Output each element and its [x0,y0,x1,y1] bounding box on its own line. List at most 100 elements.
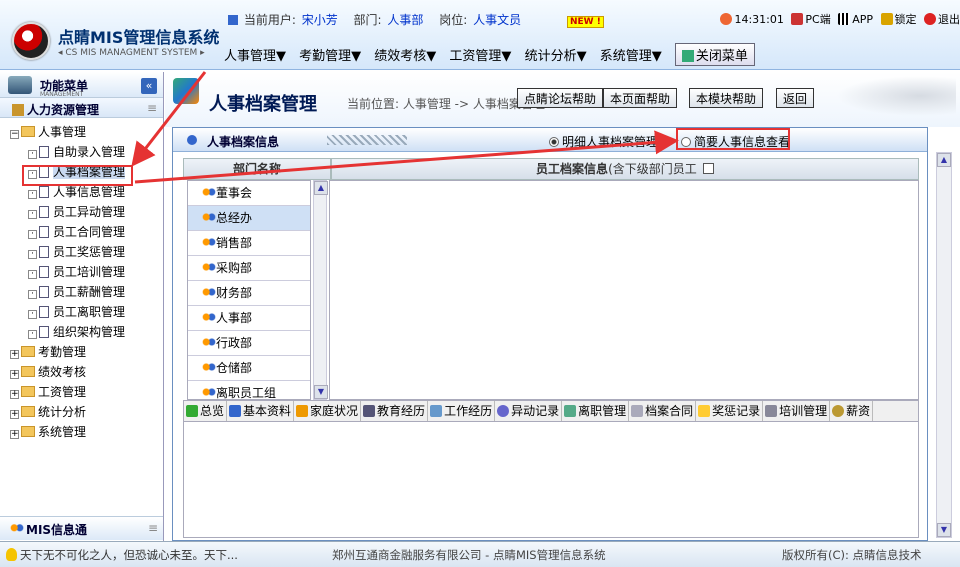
leaf-icon: · [28,250,37,259]
dept-item[interactable]: 销售部 [188,231,310,256]
sidebar-item-resignation[interactable]: · 员工离职管理 [0,302,163,322]
expand-icon[interactable]: + [10,370,19,379]
people-icon [202,338,216,348]
sidebar-item-contract[interactable]: · 员工合同管理 [0,222,163,242]
sidebar-item-self-entry[interactable]: · 自助录入管理 [0,142,163,162]
dept-item[interactable]: 采购部 [188,256,310,281]
main-scrollbar[interactable]: ▲ ▼ [936,152,952,538]
scroll-down-icon[interactable]: ▼ [314,385,328,399]
tab-overview[interactable]: 总览 [184,401,228,421]
status-bar: 天下无不可化之人，但恐诚心未至。天下... 郑州互通商金融服务有限公司 - 点睛… [0,541,960,567]
tree-group-performance[interactable]: + 绩效考核 [0,362,163,382]
dept-item[interactable]: 行政部 [188,331,310,356]
current-dept: 人事部 [387,13,424,27]
transfer-icon [497,405,510,417]
footer-toggle-icon[interactable]: ≡ [148,521,158,535]
expand-icon[interactable]: + [10,430,19,439]
tab-education[interactable]: 教育经历 [361,401,429,421]
include-sub-checkbox[interactable] [702,163,714,174]
family-icon [296,405,309,417]
tree-group-attendance[interactable]: + 考勤管理 [0,342,163,362]
tab-reward[interactable]: 奖惩记录 [696,401,764,421]
tree-group-system[interactable]: + 系统管理 [0,422,163,442]
expand-icon[interactable]: + [10,350,19,359]
close-menu-button[interactable]: 关闭菜单 [674,43,755,66]
document-icon [39,206,49,218]
scroll-up-icon[interactable]: ▲ [314,181,328,195]
folder-icon [21,406,35,417]
tree-group-statistics[interactable]: + 统计分析 [0,402,163,422]
folder-icon [21,366,35,377]
panel-info-icon [187,135,197,145]
menu-book-icon [8,76,32,94]
people-icon [10,523,24,535]
menu-statistics[interactable]: 统计分析▼ [525,49,587,64]
dept-item-selected[interactable]: 总经办 [188,206,310,231]
forum-help-button[interactable]: 点睛论坛帮助 [517,88,604,108]
people-icon [202,263,216,273]
folder-icon [21,386,35,397]
tab-resignation[interactable]: 离职管理 [562,401,630,421]
sidebar-category-label: 人力资源管理 [27,103,100,117]
app-logo [12,22,50,60]
tab-transfer[interactable]: 异动记录 [495,401,563,421]
post-label: 岗位: [439,13,468,27]
people-icon [202,313,216,323]
document-icon [39,146,49,158]
scroll-up-icon[interactable]: ▲ [937,153,951,167]
tab-work-history[interactable]: 工作经历 [428,401,496,421]
scroll-down-icon[interactable]: ▼ [937,523,951,537]
expand-icon[interactable]: + [10,390,19,399]
dept-item[interactable]: 财务部 [188,281,310,306]
dept-item[interactable]: 人事部 [188,306,310,331]
new-badge[interactable]: NEW ! [566,16,604,28]
dept-item[interactable]: 董事会 [188,181,310,206]
radio-detail-mode[interactable]: 明细人事档案管理 [549,133,658,150]
employee-column-header: 员工档案信息(含下级部门员工 [331,158,919,180]
module-help-button[interactable]: 本模块帮助 [689,88,764,108]
back-button[interactable]: 返回 [776,88,815,108]
power-icon [924,13,936,25]
pc-link[interactable]: PC端 [791,13,831,26]
leaf-icon: · [28,150,37,159]
collapse-icon[interactable]: − [10,130,19,139]
exit-button[interactable]: 退出 [924,13,960,26]
dept-item[interactable]: 仓储部 [188,356,310,381]
menu-personnel[interactable]: 人事管理▼ [224,49,286,64]
app-link[interactable]: APP [838,13,873,26]
dept-list-scrollbar[interactable]: ▲ ▼ [313,180,328,400]
sidebar-footer[interactable]: MIS信息通 ≡ [0,516,163,540]
menu-performance[interactable]: 绩效考核▼ [374,49,436,64]
tab-contract[interactable]: 档案合同 [629,401,697,421]
sidebar-category[interactable]: 人力资源管理 ≡ [0,98,163,118]
sidebar-header: 功能菜单 MANAGEMENT « [0,72,163,98]
menu-salary[interactable]: 工资管理▼ [449,49,511,64]
sidebar-collapse-button[interactable]: « [141,78,157,94]
page-help-button[interactable]: 本页面帮助 [603,88,678,108]
sidebar-item-org[interactable]: · 组织架构管理 [0,322,163,342]
tab-salary[interactable]: 薪资 [830,401,874,421]
document-icon [39,306,49,318]
tab-basic-info[interactable]: 基本资料 [227,401,295,421]
tab-training[interactable]: 培训管理 [763,401,831,421]
document-icon [39,326,49,338]
lock-button[interactable]: 锁定 [880,13,917,26]
category-toggle-icon[interactable]: ≡ [147,101,157,115]
dept-item[interactable]: 离职员工组 [188,381,310,399]
expand-icon[interactable]: + [10,410,19,419]
main-menu: 人事管理▼ 考勤管理▼ 绩效考核▼ 工资管理▼ 统计分析▼ 系统管理▼ 关闭菜单 [224,43,755,66]
sidebar-item-reward[interactable]: · 员工奖惩管理 [0,242,163,262]
content-header: 人事档案管理 当前位置: 人事管理 -> 人事档案管理 点睛论坛帮助 本页面帮助… [165,72,960,127]
menu-system[interactable]: 系统管理▼ [600,49,662,64]
breadcrumb: 当前位置: 人事管理 -> 人事档案管理 [347,97,545,111]
tree-group-salary[interactable]: + 工资管理 [0,382,163,402]
sidebar-item-training[interactable]: · 员工培训管理 [0,262,163,282]
leaf-icon: · [28,190,37,199]
app-subtitle: ◂ CS MIS MANAGMENT SYSTEM ▸ [58,48,205,58]
menu-attendance[interactable]: 考勤管理▼ [299,49,361,64]
sidebar-item-payroll[interactable]: · 员工薪酬管理 [0,282,163,302]
sidebar-item-transfer[interactable]: · 员工异动管理 [0,202,163,222]
tree-root-personnel[interactable]: − 人事管理 [0,122,163,142]
tab-family[interactable]: 家庭状况 [294,401,362,421]
user-info-bar: 当前用户: 宋小芳 部门: 人事部 岗位: 人事文员 NEW ! [228,11,606,28]
